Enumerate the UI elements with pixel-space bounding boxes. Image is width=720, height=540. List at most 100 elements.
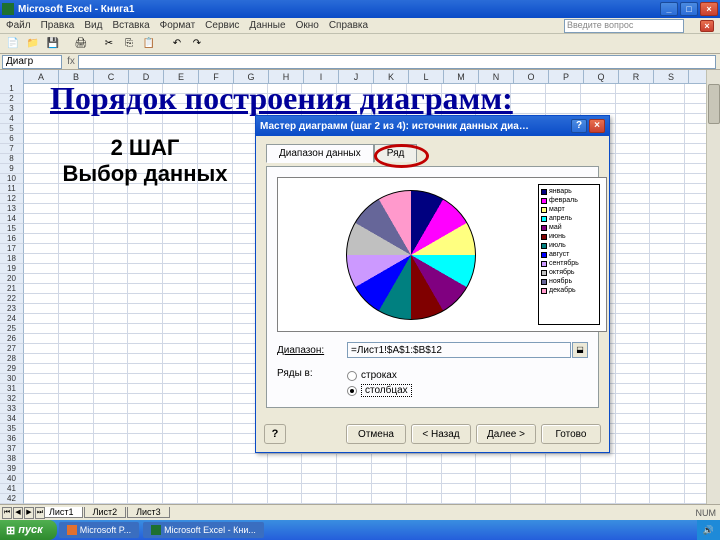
row-header[interactable]: 23 bbox=[0, 304, 24, 314]
row-header[interactable]: 40 bbox=[0, 474, 24, 484]
next-button[interactable]: Далее > bbox=[476, 424, 536, 444]
sheet-tab-2[interactable]: Лист2 bbox=[84, 507, 127, 518]
row-header[interactable]: 37 bbox=[0, 444, 24, 454]
select-all-corner[interactable] bbox=[0, 70, 24, 84]
ask-question-input[interactable]: Введите вопрос bbox=[564, 19, 684, 33]
row-header[interactable]: 35 bbox=[0, 424, 24, 434]
sheet-nav-prev-icon[interactable]: ◀ bbox=[13, 507, 23, 519]
row-header[interactable]: 9 bbox=[0, 164, 24, 174]
row-header[interactable]: 41 bbox=[0, 484, 24, 494]
workbook-close-button[interactable]: × bbox=[700, 20, 714, 32]
start-button[interactable]: ⊞ пуск bbox=[0, 520, 57, 540]
close-button[interactable]: × bbox=[700, 2, 718, 16]
row-header[interactable]: 27 bbox=[0, 344, 24, 354]
col-header[interactable]: S bbox=[654, 70, 689, 84]
row-header[interactable]: 38 bbox=[0, 454, 24, 464]
menu-edit[interactable]: Правка bbox=[41, 20, 75, 31]
undo-icon[interactable]: ↶ bbox=[168, 36, 186, 52]
row-header[interactable]: 20 bbox=[0, 274, 24, 284]
new-icon[interactable]: 📄 bbox=[4, 36, 22, 52]
dialog-help-button[interactable]: ? bbox=[571, 119, 587, 133]
col-header[interactable]: P bbox=[549, 70, 584, 84]
row-header[interactable]: 32 bbox=[0, 394, 24, 404]
row-header[interactable]: 42 bbox=[0, 494, 24, 504]
row-header[interactable]: 15 bbox=[0, 224, 24, 234]
row-header[interactable]: 26 bbox=[0, 334, 24, 344]
row-header[interactable]: 12 bbox=[0, 194, 24, 204]
tab-data-range[interactable]: Диапазон данных bbox=[266, 144, 374, 163]
cancel-button[interactable]: Отмена bbox=[346, 424, 406, 444]
row-header[interactable]: 22 bbox=[0, 294, 24, 304]
redo-icon[interactable]: ↷ bbox=[188, 36, 206, 52]
col-header[interactable]: R bbox=[619, 70, 654, 84]
row-header[interactable]: 6 bbox=[0, 134, 24, 144]
scroll-thumb[interactable] bbox=[708, 84, 720, 124]
vertical-scrollbar[interactable] bbox=[706, 70, 720, 504]
row-header[interactable]: 18 bbox=[0, 254, 24, 264]
row-header[interactable]: 17 bbox=[0, 244, 24, 254]
row-header[interactable]: 30 bbox=[0, 374, 24, 384]
menu-file[interactable]: Файл bbox=[6, 20, 31, 31]
save-icon[interactable]: 💾 bbox=[44, 36, 62, 52]
dialog-titlebar[interactable]: Мастер диаграмм (шаг 2 из 4): источник д… bbox=[256, 116, 609, 136]
open-icon[interactable]: 📁 bbox=[24, 36, 42, 52]
sheet-nav-next-icon[interactable]: ▶ bbox=[24, 507, 34, 519]
taskbar-item-excel[interactable]: Microsoft Excel - Кни... bbox=[143, 522, 264, 538]
menu-view[interactable]: Вид bbox=[84, 20, 102, 31]
tab-series[interactable]: Ряд bbox=[374, 144, 418, 162]
row-header[interactable]: 4 bbox=[0, 114, 24, 124]
row-header[interactable]: 36 bbox=[0, 434, 24, 444]
radio-rows[interactable]: строках bbox=[347, 370, 412, 381]
row-header[interactable]: 8 bbox=[0, 154, 24, 164]
finish-button[interactable]: Готово bbox=[541, 424, 601, 444]
row-header[interactable]: 21 bbox=[0, 284, 24, 294]
row-header[interactable]: 24 bbox=[0, 314, 24, 324]
menu-insert[interactable]: Вставка bbox=[112, 20, 149, 31]
help-button[interactable]: ? bbox=[264, 424, 286, 444]
paste-icon[interactable]: 📋 bbox=[140, 36, 158, 52]
row-header[interactable]: 16 bbox=[0, 234, 24, 244]
formula-input[interactable] bbox=[78, 55, 716, 69]
minimize-button[interactable]: _ bbox=[660, 2, 678, 16]
row-header[interactable]: 28 bbox=[0, 354, 24, 364]
maximize-button[interactable]: □ bbox=[680, 2, 698, 16]
row-header[interactable]: 10 bbox=[0, 174, 24, 184]
menu-tools[interactable]: Сервис bbox=[205, 20, 239, 31]
range-input[interactable]: =Лист1!$A$1:$B$12 bbox=[347, 342, 571, 358]
row-header[interactable]: 34 bbox=[0, 414, 24, 424]
row-header[interactable]: 1 bbox=[0, 84, 24, 94]
row-header[interactable]: 3 bbox=[0, 104, 24, 114]
row-header[interactable]: 2 bbox=[0, 94, 24, 104]
row-header[interactable]: 39 bbox=[0, 464, 24, 474]
back-button[interactable]: < Назад bbox=[411, 424, 471, 444]
cut-icon[interactable]: ✂ bbox=[100, 36, 118, 52]
taskbar-item-powerpoint[interactable]: Microsoft P... bbox=[59, 522, 139, 538]
sheet-nav-first-icon[interactable]: ⏮ bbox=[2, 507, 12, 519]
row-header[interactable]: 33 bbox=[0, 404, 24, 414]
row-header[interactable]: 5 bbox=[0, 124, 24, 134]
fx-icon[interactable]: fx bbox=[64, 56, 78, 67]
print-icon[interactable]: 🖨 bbox=[72, 36, 90, 52]
dialog-close-button[interactable]: × bbox=[589, 119, 605, 133]
system-tray[interactable]: 🔊 bbox=[697, 520, 720, 540]
sheet-nav-last-icon[interactable]: ⏭ bbox=[35, 507, 45, 519]
sheet-tab-1[interactable]: Лист1 bbox=[40, 507, 83, 518]
row-header[interactable]: 19 bbox=[0, 264, 24, 274]
tray-volume-icon[interactable]: 🔊 bbox=[703, 525, 714, 536]
row-header[interactable]: 31 bbox=[0, 384, 24, 394]
col-header[interactable]: O bbox=[514, 70, 549, 84]
menu-data[interactable]: Данные bbox=[249, 20, 285, 31]
sheet-tab-3[interactable]: Лист3 bbox=[127, 507, 170, 518]
name-box[interactable]: Диагр bbox=[2, 55, 62, 69]
row-header[interactable]: 7 bbox=[0, 144, 24, 154]
col-header[interactable]: Q bbox=[584, 70, 619, 84]
range-picker-icon[interactable]: ⬓ bbox=[572, 342, 588, 358]
row-header[interactable]: 25 bbox=[0, 324, 24, 334]
copy-icon[interactable]: ⎘ bbox=[120, 36, 138, 52]
row-header[interactable]: 14 bbox=[0, 214, 24, 224]
menu-format[interactable]: Формат bbox=[160, 20, 196, 31]
row-header[interactable]: 11 bbox=[0, 184, 24, 194]
menu-help[interactable]: Справка bbox=[329, 20, 368, 31]
menu-window[interactable]: Окно bbox=[296, 20, 319, 31]
row-header[interactable]: 13 bbox=[0, 204, 24, 214]
